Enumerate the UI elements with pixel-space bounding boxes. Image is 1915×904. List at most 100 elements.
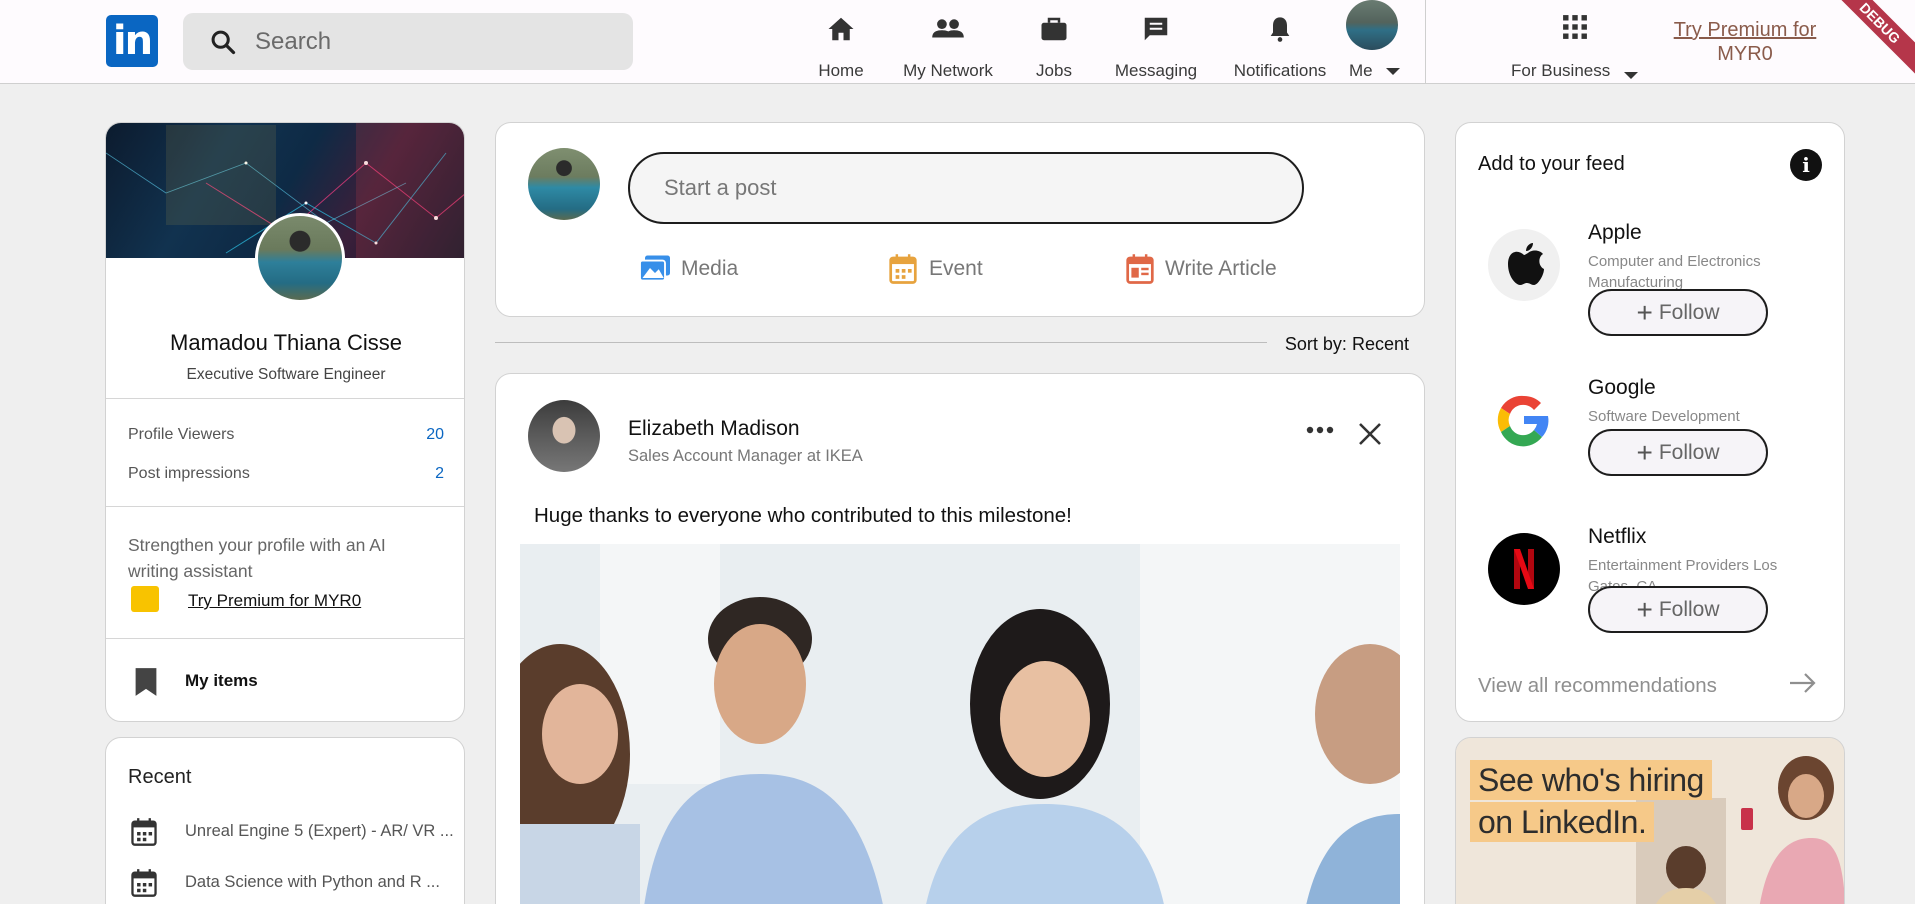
premium-line-2: MYR0: [1717, 43, 1773, 65]
start-post-field[interactable]: [628, 152, 1304, 224]
post-text: Huge thanks to everyone who contributed …: [534, 504, 1072, 527]
recent-item-label: Data Science with Python and R ...: [185, 873, 440, 891]
stat-label: Post impressions: [128, 465, 250, 482]
google-icon: [1497, 395, 1549, 447]
follow-button[interactable]: + Follow: [1588, 586, 1768, 633]
ad-headline-line-1: See who's hiring: [1470, 760, 1712, 800]
meeting-photo: [520, 544, 1400, 904]
author-avatar[interactable]: [528, 400, 600, 472]
nav-for-business[interactable]: For Business: [1500, 0, 1650, 84]
profile-name[interactable]: Mamadou Thiana Cisse: [106, 330, 464, 356]
author-name[interactable]: Elizabeth Madison: [628, 417, 800, 441]
nav-me[interactable]: Me: [1346, 0, 1406, 84]
profile-photo[interactable]: [255, 213, 345, 303]
post-composer: Media Event Write Article: [495, 122, 1425, 317]
company-suggestion: Netflix Entertainment Providers Los Gato…: [1456, 525, 1844, 673]
netflix-logo[interactable]: [1488, 533, 1560, 605]
company-name[interactable]: Apple: [1588, 221, 1642, 245]
write-article-label: Write Article: [1165, 257, 1277, 280]
event-label: Event: [929, 257, 983, 280]
recent-card: Recent Unreal Engine 5 (Expert) - AR/ VR…: [105, 737, 465, 904]
composer-avatar[interactable]: [528, 148, 600, 220]
follow-button[interactable]: + Follow: [1588, 289, 1768, 336]
divider: [106, 398, 464, 399]
view-all-recommendations-link[interactable]: View all recommendations: [1478, 670, 1818, 700]
nav-home-label: Home: [818, 61, 864, 80]
plus-icon: +: [1636, 436, 1653, 468]
briefcase-icon: [1041, 17, 1067, 41]
bell-icon: [1270, 17, 1290, 42]
try-premium-link[interactable]: Try Premium for MYR0: [1660, 18, 1830, 66]
follow-button[interactable]: + Follow: [1588, 429, 1768, 476]
search-input[interactable]: [255, 13, 615, 70]
stat-value: 2: [435, 465, 444, 482]
bookmark-icon: [135, 668, 157, 696]
arrow-right-icon: [1790, 673, 1816, 693]
apple-icon: [1508, 243, 1544, 285]
plus-icon: +: [1636, 593, 1653, 625]
search-box[interactable]: [183, 13, 633, 70]
view-all-label: View all recommendations: [1478, 674, 1717, 697]
apple-logo[interactable]: [1488, 229, 1560, 301]
media-button[interactable]: Media: [638, 251, 758, 289]
calendar-icon: [131, 818, 157, 846]
stat-post-impressions[interactable]: Post impressions 2: [128, 465, 444, 483]
nav-messaging[interactable]: Messaging: [1110, 0, 1202, 84]
nav-notifications[interactable]: Notifications: [1228, 0, 1332, 84]
post-image[interactable]: [520, 544, 1400, 904]
caret-down-icon: [1623, 72, 1638, 79]
top-navigation-bar: in Home My Network Jobs Messaging Notifi…: [0, 0, 1915, 84]
more-options-icon[interactable]: [1306, 426, 1334, 434]
event-icon: [889, 254, 917, 284]
nav-me-label: Me: [1349, 61, 1373, 80]
people-icon: [932, 19, 964, 38]
divider: [106, 506, 464, 507]
follow-label: Follow: [1658, 440, 1720, 464]
my-items-link[interactable]: My items: [128, 663, 448, 699]
media-label: Media: [681, 257, 739, 280]
ad-headline-line-2: on LinkedIn.: [1470, 802, 1655, 842]
debug-banner: DEBUG: [1826, 0, 1915, 77]
write-article-button[interactable]: Write Article: [1122, 251, 1292, 289]
stat-label: Profile Viewers: [128, 426, 235, 443]
plus-icon: +: [1636, 296, 1653, 328]
netflix-icon: [1514, 549, 1534, 589]
company-description: Software Development: [1588, 408, 1740, 425]
recent-item[interactable]: Data Science with Python and R ...: [128, 866, 463, 900]
linkedin-logo[interactable]: in: [106, 15, 158, 67]
start-post-input[interactable]: [664, 154, 1264, 222]
calendar-icon: [131, 869, 157, 897]
nav-messaging-label: Messaging: [1114, 61, 1198, 80]
company-suggestion: Google Software Development + Follow: [1456, 376, 1844, 524]
sort-dropdown[interactable]: Sort by: Recent: [1285, 334, 1409, 355]
strengthen-profile-text: Strengthen your profile with an AI writi…: [128, 535, 386, 581]
follow-label: Follow: [1658, 597, 1720, 621]
google-logo[interactable]: [1488, 384, 1560, 456]
hiring-ad[interactable]: See who's hiring on LinkedIn.: [1455, 737, 1845, 904]
nav-divider: [1425, 0, 1426, 84]
article-icon: [1126, 254, 1154, 284]
stat-profile-viewers[interactable]: Profile Viewers 20: [128, 426, 444, 444]
try-premium-profile-link[interactable]: Try Premium for MYR0: [188, 591, 448, 611]
recent-item[interactable]: Unreal Engine 5 (Expert) - AR/ VR ...: [128, 815, 463, 849]
message-icon: [1144, 17, 1168, 41]
company-name[interactable]: Netflix: [1588, 525, 1646, 549]
nav-home[interactable]: Home: [806, 0, 876, 84]
company-suggestion: Apple Computer and Electronics Manufactu…: [1456, 221, 1844, 369]
nav-notifications-label: Notifications: [1233, 61, 1327, 80]
grid-icon: [1563, 15, 1587, 39]
event-button[interactable]: Event: [886, 251, 1006, 289]
nav-jobs[interactable]: Jobs: [1024, 0, 1084, 84]
home-icon: [828, 17, 854, 41]
premium-line-1: Try Premium for: [1673, 19, 1817, 41]
close-icon[interactable]: [1358, 422, 1382, 446]
nav-my-network[interactable]: My Network: [893, 0, 1003, 84]
company-name[interactable]: Google: [1588, 376, 1656, 400]
feed-title: Add to your feed: [1478, 153, 1625, 175]
media-icon: [639, 255, 670, 282]
recent-title: Recent: [128, 766, 192, 788]
my-items-label: My items: [185, 671, 258, 690]
search-icon: [211, 30, 236, 55]
profile-title: Executive Software Engineer: [186, 366, 386, 383]
info-icon[interactable]: i: [1790, 149, 1822, 181]
